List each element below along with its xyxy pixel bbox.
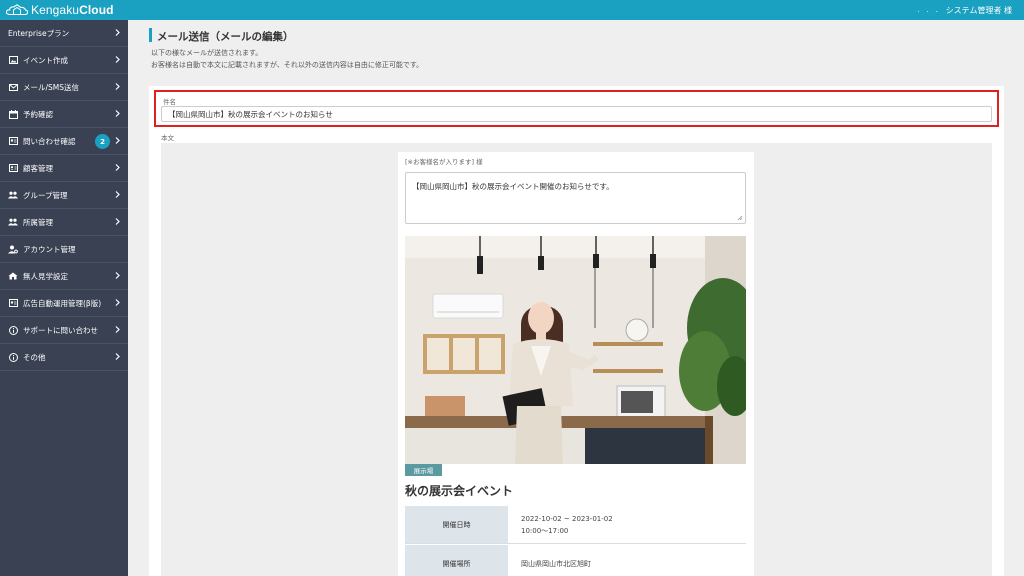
sidebar-item-2[interactable]: メール/SMS送信 — [0, 74, 128, 101]
user-org-text: . . . — [917, 5, 940, 14]
sidebar-item-label: 広告自動運用管理(β版) — [23, 298, 102, 308]
title-accent — [149, 28, 152, 42]
category-tag: 展示場 — [405, 464, 442, 476]
sidebar-item-label: 無人見学設定 — [23, 271, 68, 281]
user-gear-icon — [8, 244, 18, 254]
info-date-range: 2022-10-02 ~ 2023-01-02 — [521, 515, 613, 523]
chevron-right-icon — [115, 272, 120, 281]
info-location: 岡山県岡山市北区旭町 — [521, 560, 591, 568]
sidebar-item-9[interactable]: 無人見学設定 — [0, 263, 128, 290]
sidebar-item-label: メール/SMS送信 — [23, 82, 80, 92]
sidebar-item-8[interactable]: アカウント管理 — [0, 236, 128, 263]
chevron-right-icon — [115, 164, 120, 173]
customer-name-placeholder: [※お客様名が入ります] 様 — [405, 158, 483, 166]
chevron-right-icon — [115, 83, 120, 92]
logo-word1: Kengaku — [31, 3, 80, 17]
top-bar: KengakuCloud . . . システム管理者 様 — [0, 0, 1024, 20]
message-text: 【岡山県岡山市】秋の展示会イベント開催のお知らせです。 — [412, 182, 614, 191]
chevron-right-icon — [115, 29, 120, 38]
id-card-icon — [8, 136, 18, 146]
event-photo — [405, 236, 746, 464]
sidebar-item-label: サポートに問い合わせ — [23, 325, 98, 335]
home-icon — [8, 271, 18, 281]
sidebar-item-label: 顧客管理 — [23, 163, 53, 173]
info-icon — [8, 325, 18, 335]
chevron-right-icon — [115, 299, 120, 308]
chevron-right-icon — [115, 353, 120, 362]
info-icon — [8, 352, 18, 362]
sidebar-item-4[interactable]: 問い合わせ確認 2 — [0, 128, 128, 155]
sidebar-item-11[interactable]: サポートに問い合わせ — [0, 317, 128, 344]
info-row-location: 開催場所 岡山県岡山市北区旭町 — [405, 545, 746, 576]
subject-label: 件名 — [163, 98, 176, 106]
chevron-right-icon — [115, 110, 120, 119]
sidebar-item-0[interactable]: Enterpriseプラン — [0, 20, 128, 47]
users-icon — [8, 217, 18, 227]
info-row-datetime: 開催日時 2022-10-02 ~ 2023-01-02 10:00〜17:00 — [405, 506, 746, 544]
chevron-right-icon — [115, 218, 120, 227]
users-icon — [8, 190, 18, 200]
sidebar-item-label: その他 — [23, 352, 46, 362]
image-icon — [8, 55, 18, 65]
notification-badge: 2 — [95, 134, 110, 149]
calendar-icon — [8, 109, 18, 119]
page-title: メール送信（メールの編集） — [157, 31, 294, 43]
sidebar-item-12[interactable]: その他 — [0, 344, 128, 371]
chevron-right-icon — [115, 326, 120, 335]
info-time-range: 10:00〜17:00 — [521, 527, 569, 535]
chevron-right-icon — [115, 137, 120, 146]
envelope-icon — [8, 82, 18, 92]
sidebar-item-label: アカウント管理 — [23, 244, 76, 254]
chevron-right-icon — [115, 191, 120, 200]
resize-handle-icon[interactable] — [737, 215, 743, 221]
event-title: 秋の展示会イベント — [405, 484, 514, 498]
user-menu[interactable]: システム管理者 様 — [946, 5, 1012, 16]
subject-input[interactable]: 【岡山県岡山市】秋の展示会イベントのお知らせ — [161, 106, 992, 122]
logo-word2: Cloud — [79, 3, 114, 17]
sidebar-item-label: Enterpriseプラン — [8, 28, 70, 38]
sidebar-item-5[interactable]: 顧客管理 — [0, 155, 128, 182]
house-cloud-icon — [6, 4, 28, 16]
message-textarea[interactable]: 【岡山県岡山市】秋の展示会イベント開催のお知らせです。 — [405, 172, 746, 224]
sidebar: Enterpriseプランイベント作成メール/SMS送信 予約確認問い合わせ確認 2… — [0, 20, 128, 576]
sidebar-item-6[interactable]: グループ管理 — [0, 182, 128, 209]
address-card-icon — [8, 163, 18, 173]
chevron-right-icon — [115, 56, 120, 65]
id-card-icon — [8, 298, 18, 308]
sidebar-item-label: イベント作成 — [23, 55, 68, 65]
sidebar-item-10[interactable]: 広告自動運用管理(β版) — [0, 290, 128, 317]
sidebar-item-label: 予約確認 — [23, 109, 53, 119]
sidebar-item-label: 所属管理 — [23, 217, 53, 227]
body-label: 本文 — [161, 134, 174, 142]
sidebar-item-label: グループ管理 — [23, 190, 68, 200]
description-line-2: お客様名は自動で本文に記載されますが、それ以外の送信内容は自由に修正可能です。 — [151, 61, 424, 69]
app-logo[interactable]: KengakuCloud — [6, 2, 114, 18]
sidebar-item-7[interactable]: 所属管理 — [0, 209, 128, 236]
sidebar-item-3[interactable]: 予約確認 — [0, 101, 128, 128]
sidebar-item-1[interactable]: イベント作成 — [0, 47, 128, 74]
description-line-1: 以下の様なメールが送信されます。 — [151, 49, 263, 57]
info-head-datetime: 開催日時 — [405, 506, 508, 543]
info-head-location: 開催場所 — [405, 545, 508, 576]
event-photo-illustration — [405, 236, 746, 464]
sidebar-item-label: 問い合わせ確認 — [23, 136, 76, 146]
